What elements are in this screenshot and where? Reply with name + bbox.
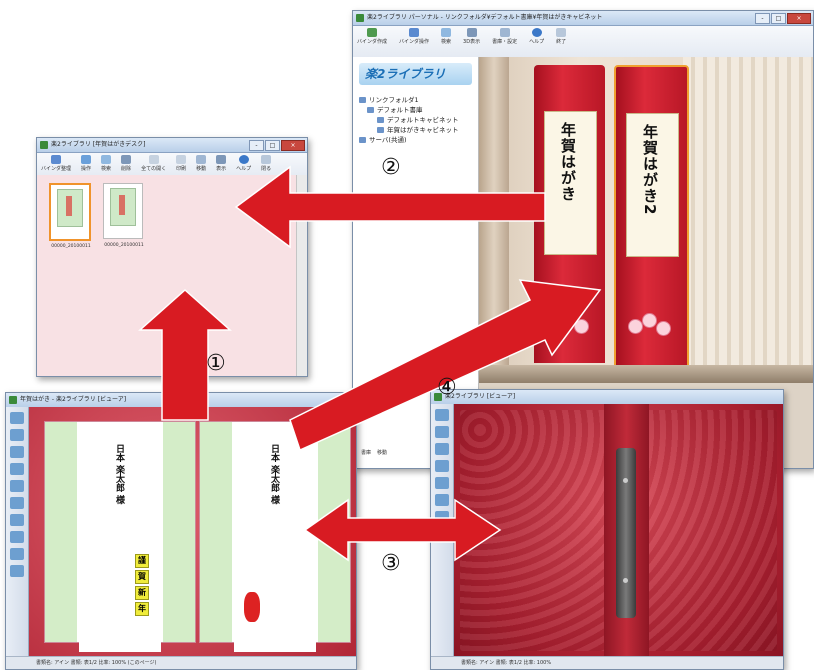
- flow-arrows: [138, 165, 602, 562]
- step-1-label: ①: [206, 351, 226, 376]
- arrow-diagonal: [289, 279, 602, 452]
- step-2-label: ②: [381, 155, 401, 180]
- step-4-label: ④: [437, 375, 457, 400]
- arrow-3: [303, 498, 502, 562]
- step-3-label: ③: [381, 551, 401, 576]
